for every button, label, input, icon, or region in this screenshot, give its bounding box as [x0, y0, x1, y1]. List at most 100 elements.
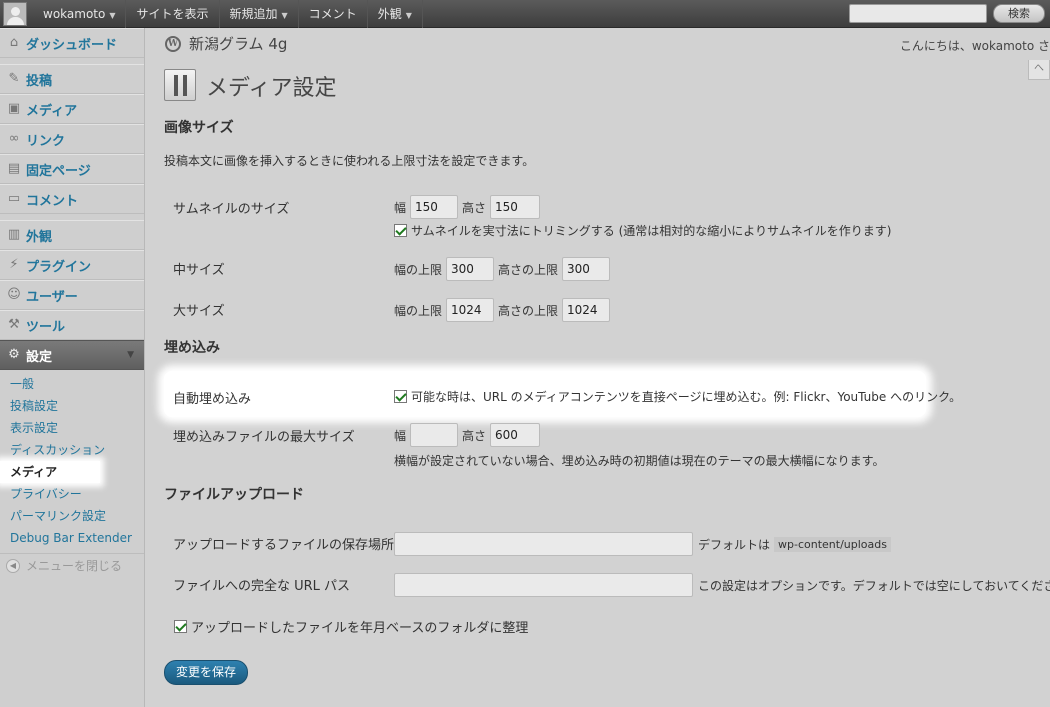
large-width-label: 幅の上限 [394, 303, 443, 318]
admin-bar-appearance[interactable]: 外観 ▼ [368, 0, 423, 28]
caret-down-icon: ▼ [109, 10, 116, 20]
submenu-general[interactable]: 一般 [0, 373, 144, 395]
settings-page-icon [164, 69, 196, 101]
image-sizes-description: 投稿本文に画像を挿入するときに使われる上限寸法を設定できます。 [164, 154, 535, 168]
admin-bar-new[interactable]: 新規追加 ▼ [220, 0, 299, 28]
sidebar-item-plugins[interactable]: ⚡ プラグイン [0, 250, 144, 280]
sidebar-item-appearance[interactable]: ▥ 外観 [0, 220, 144, 250]
embeds-heading: 埋め込み [164, 340, 220, 356]
embed-max-size-label: 埋め込みファイルの最大サイズ [173, 430, 355, 445]
thumbnail-width-label: 幅 [394, 200, 407, 215]
sidebar-item-media[interactable]: ▣ メディア [0, 94, 144, 124]
large-height-input[interactable]: 1024 [562, 298, 611, 322]
uploads-heading: ファイルアップロード [164, 487, 304, 503]
sidebar-item-label: コメント [26, 193, 79, 209]
upload-url-input[interactable] [394, 573, 693, 597]
sidebar-item-label: 投稿 [26, 73, 53, 89]
embed-width-input[interactable] [410, 423, 459, 447]
large-height-label: 高さの上限 [498, 303, 559, 318]
tools-icon: ⚒ [8, 317, 20, 332]
thumbnail-height-input[interactable]: 150 [490, 195, 541, 219]
submenu-debug-bar-extender[interactable]: Debug Bar Extender [0, 527, 144, 549]
collapse-menu-button[interactable]: ◀ メニューを閉じる [0, 553, 144, 577]
embed-height-label: 高さ [462, 428, 487, 443]
autoembed-label: 自動埋め込み [173, 392, 252, 407]
caret-down-icon: ▼ [405, 10, 412, 20]
admin-bar-view-site[interactable]: サイトを表示 [126, 0, 220, 28]
admin-bar-user-label: wokamoto [43, 6, 106, 21]
howdy-text: こんにちは、wokamoto さ [899, 39, 1050, 53]
upload-path-label: アップロードするファイルの保存場所 [173, 538, 395, 553]
sidebar-item-tools[interactable]: ⚒ ツール [0, 310, 144, 340]
yearmonth-row: アップロードしたファイルを年月ベースのフォルダに整理 [174, 617, 528, 636]
submenu-permalinks[interactable]: パーマリンク設定 [0, 505, 144, 527]
admin-bar-search-input[interactable] [849, 4, 987, 23]
image-sizes-heading: 画像サイズ [164, 120, 234, 136]
sidebar-item-label: リンク [26, 133, 66, 149]
thumbnail-crop-label: サムネイルを実寸法にトリミングする (通常は相対的な縮小によりサムネイルを作りま… [411, 224, 892, 238]
admin-bar-comments[interactable]: コメント [299, 0, 368, 28]
sidebar-item-label: ダッシュボード [26, 37, 118, 53]
wordpress-icon: W [165, 35, 181, 52]
yearmonth-label: アップロードしたファイルを年月ベースのフォルダに整理 [191, 621, 529, 636]
collapse-arrow-icon: ◀ [6, 558, 20, 573]
arrow-down-icon: ▼ [127, 350, 134, 360]
admin-bar-user[interactable]: wokamoto ▼ [33, 0, 127, 28]
large-width-input[interactable]: 1024 [446, 298, 495, 322]
submenu-privacy[interactable]: プライバシー [0, 483, 144, 505]
sidebar-item-label: 固定ページ [26, 163, 91, 179]
upload-url-row: この設定はオプションです。デフォルトでは空にしておいてください。 [394, 573, 1050, 597]
medium-size-label: 中サイズ [173, 263, 225, 278]
home-icon: ⌂ [9, 35, 19, 50]
admin-bar-search-button[interactable]: 検索 [993, 4, 1045, 23]
embed-max-size-fields: 幅 高さ 600 [394, 423, 541, 447]
sidebar-item-links[interactable]: ∞ リンク [0, 124, 144, 154]
large-size-fields: 幅の上限 1024 高さの上限 1024 [394, 298, 611, 322]
page-title: メディア設定 [206, 76, 337, 101]
plug-icon: ⚡ [9, 257, 19, 272]
large-size-label: 大サイズ [173, 304, 225, 319]
sidebar-item-pages[interactable]: ▤ 固定ページ [0, 154, 144, 184]
sidebar-item-label: プラグイン [26, 259, 92, 275]
thumbnail-crop-checkbox[interactable] [394, 224, 407, 237]
sidebar-item-comments[interactable]: ▭ コメント [0, 184, 144, 214]
medium-width-input[interactable]: 300 [446, 257, 495, 281]
yearmonth-checkbox[interactable] [174, 620, 187, 633]
embed-width-note: 横幅が設定されていない場合、埋め込み時の初期値は現在のテーマの最大横幅になります… [394, 454, 885, 468]
sidebar-item-users[interactable]: ☺ ユーザー [0, 280, 144, 310]
admin-bar: wokamoto ▼ サイトを表示 新規追加 ▼ コメント 外観 ▼ 検索 [0, 0, 1050, 28]
upload-path-row: デフォルトは wp-content/uploads [394, 532, 891, 556]
sidebar-item-label: 外観 [26, 229, 53, 245]
upload-path-default-code: wp-content/uploads [774, 536, 891, 552]
screen-options-toggle[interactable]: へ [1028, 60, 1050, 80]
submenu-media[interactable]: メディア [0, 461, 100, 483]
embed-height-input[interactable]: 600 [490, 423, 541, 447]
submenu-discussion[interactable]: ディスカッション [0, 439, 144, 461]
page-icon: ▤ [7, 161, 21, 176]
autoembed-checkbox[interactable] [394, 390, 407, 403]
submenu-reading[interactable]: 表示設定 [0, 417, 144, 439]
thumbnail-size-label: サムネイルのサイズ [173, 202, 290, 217]
upload-url-label: ファイルへの完全な URL パス [173, 579, 351, 594]
submenu-writing[interactable]: 投稿設定 [0, 395, 144, 417]
upload-url-note: この設定はオプションです。デフォルトでは空にしておいてください。 [698, 578, 1050, 593]
thumbnail-width-input[interactable]: 150 [410, 195, 459, 219]
sidebar-item-posts[interactable]: ✎ 投稿 [0, 64, 144, 94]
caret-down-icon: ▼ [281, 10, 288, 20]
site-title-text: 新潟グラム 4g [189, 35, 288, 53]
medium-height-label: 高さの上限 [498, 262, 559, 277]
upload-path-input[interactable] [394, 532, 693, 556]
save-changes-button[interactable]: 変更を保存 [164, 660, 248, 685]
admin-sidebar: ⌂ ダッシュボード ✎ 投稿 ▣ メディア ∞ リンク ▤ 固定ページ ▭ コメント ▥ 外観… [0, 28, 145, 707]
sidebar-item-label: ツール [26, 319, 66, 335]
users-icon: ☺ [7, 287, 21, 302]
embed-width-label: 幅 [394, 428, 407, 443]
admin-bar-appearance-label: 外観 [377, 6, 402, 21]
avatar[interactable] [3, 1, 27, 26]
medium-width-label: 幅の上限 [394, 262, 443, 277]
thumbnail-size-fields: 幅 150 高さ 150 [394, 195, 541, 219]
sidebar-item-dashboard[interactable]: ⌂ ダッシュボード [0, 28, 144, 58]
sidebar-item-settings[interactable]: ⚙ 設定 ▼ [0, 340, 144, 370]
pin-icon: ✎ [8, 71, 20, 86]
medium-height-input[interactable]: 300 [562, 257, 611, 281]
